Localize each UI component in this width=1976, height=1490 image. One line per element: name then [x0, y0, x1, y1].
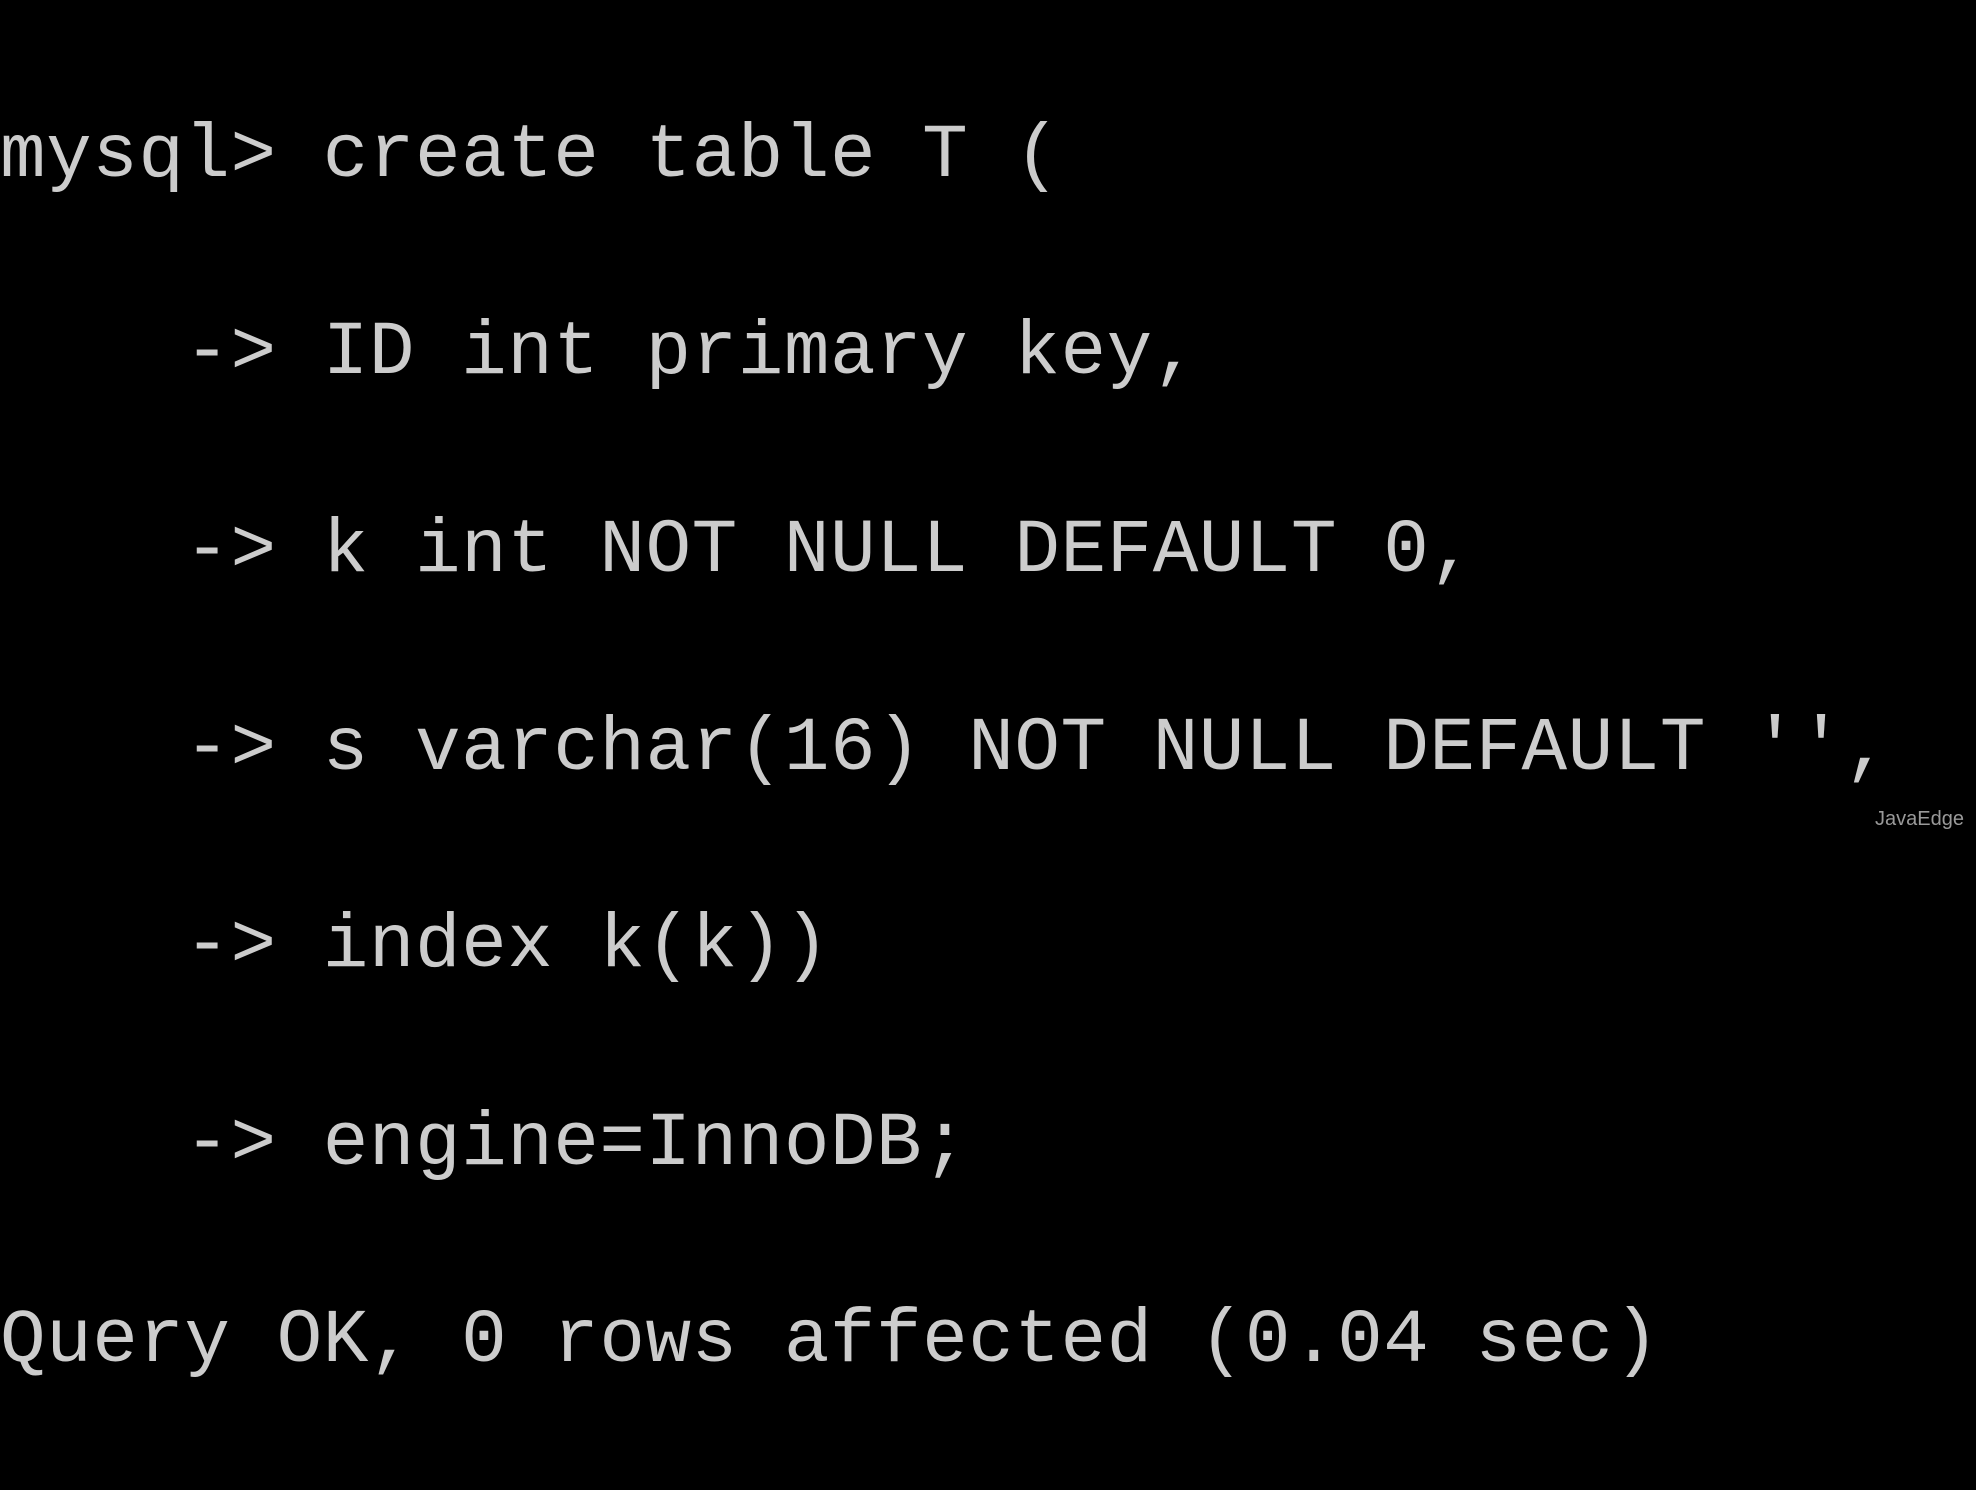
sql-text: s varchar(16) NOT NULL DEFAULT '',	[323, 706, 1891, 792]
continuation-prompt: ->	[0, 706, 323, 792]
continuation-prompt: ->	[0, 310, 323, 396]
prompt: mysql>	[0, 113, 323, 199]
terminal-output: mysql> create table T ( -> ID int primar…	[0, 8, 1976, 1490]
sql-text: engine=InnoDB;	[323, 1101, 969, 1187]
sql-text: create table T (	[323, 113, 1061, 199]
sql-line: -> index k(k))	[0, 897, 1976, 996]
sql-text: index k(k))	[323, 903, 830, 989]
sql-line: -> s varchar(16) NOT NULL DEFAULT '',	[0, 700, 1976, 799]
sql-text: k int NOT NULL DEFAULT 0,	[323, 508, 1476, 594]
watermark: JavaEdge	[1875, 806, 1964, 832]
sql-line: -> ID int primary key,	[0, 304, 1976, 403]
sql-line: -> k int NOT NULL DEFAULT 0,	[0, 502, 1976, 601]
sql-line: mysql> create table T (	[0, 107, 1976, 206]
continuation-prompt: ->	[0, 903, 323, 989]
continuation-prompt: ->	[0, 508, 323, 594]
sql-line: -> engine=InnoDB;	[0, 1095, 1976, 1194]
sql-text: ID int primary key,	[323, 310, 1199, 396]
continuation-prompt: ->	[0, 1101, 323, 1187]
query-result: Query OK, 0 rows affected (0.04 sec)	[0, 1292, 1976, 1391]
